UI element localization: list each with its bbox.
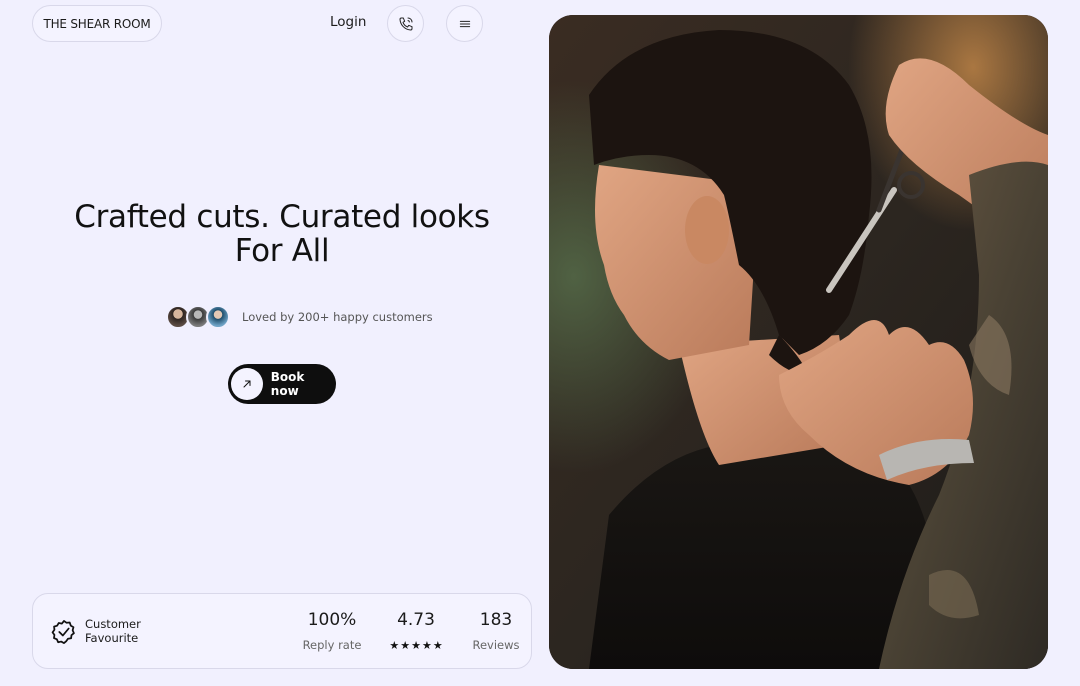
phone-button[interactable] — [387, 5, 424, 42]
rating-stat: 4.73 ★ ★ ★ ★ ★ — [383, 610, 449, 651]
hero-title-line1: Crafted cuts. Curated looks — [74, 199, 490, 235]
star-icon: ★ — [421, 639, 432, 652]
hero-title-line2: For All — [234, 233, 330, 269]
menu-button[interactable] — [446, 5, 483, 42]
badge-line1: Customer — [85, 617, 141, 631]
star-icon: ★ — [411, 639, 421, 652]
reply-rate-label: Reply rate — [302, 638, 362, 652]
badge-line2: Favourite — [85, 630, 139, 645]
avatar-group — [166, 305, 230, 329]
star-icon: ★ — [400, 639, 411, 652]
phone-icon — [399, 17, 412, 30]
stats-card: Customer Favourite 100% Reply rate 4.73 … — [32, 593, 532, 669]
brand-logo[interactable]: THE SHEAR ROOM — [32, 5, 162, 42]
brand-name: THE SHEAR ROOM — [43, 16, 151, 31]
book-now-button[interactable]: Book now — [228, 364, 336, 404]
arrow-circle — [231, 368, 263, 400]
loved-text: Loved by 200+ happy customers — [242, 310, 433, 324]
reply-rate-stat: 100% Reply rate — [299, 610, 365, 652]
reply-rate-value: 100% — [307, 610, 357, 630]
customer-proof: Loved by 200+ happy customers — [166, 304, 433, 330]
reviews-value: 183 — [479, 610, 513, 630]
menu-icon — [459, 20, 470, 27]
hero-photo — [549, 15, 1048, 669]
book-now-label: Book now — [270, 370, 305, 398]
login-link[interactable]: Login — [330, 14, 366, 30]
hero-title: Crafted cuts. Curated looks For All — [60, 200, 504, 268]
avatar — [206, 305, 230, 329]
rating-value: 4.73 — [397, 610, 435, 630]
reviews-label: Reviews — [472, 638, 520, 652]
star-icon: ★ — [432, 639, 443, 652]
barber-photo-illustration — [549, 15, 1048, 669]
reviews-stat: 183 Reviews — [463, 610, 529, 652]
rating-stars: ★ ★ ★ ★ ★ — [383, 640, 449, 651]
verified-badge-icon — [51, 620, 75, 644]
star-icon: ★ — [389, 639, 400, 652]
arrow-up-right-icon — [243, 380, 251, 388]
customer-favourite-label: Customer Favourite — [85, 617, 141, 645]
